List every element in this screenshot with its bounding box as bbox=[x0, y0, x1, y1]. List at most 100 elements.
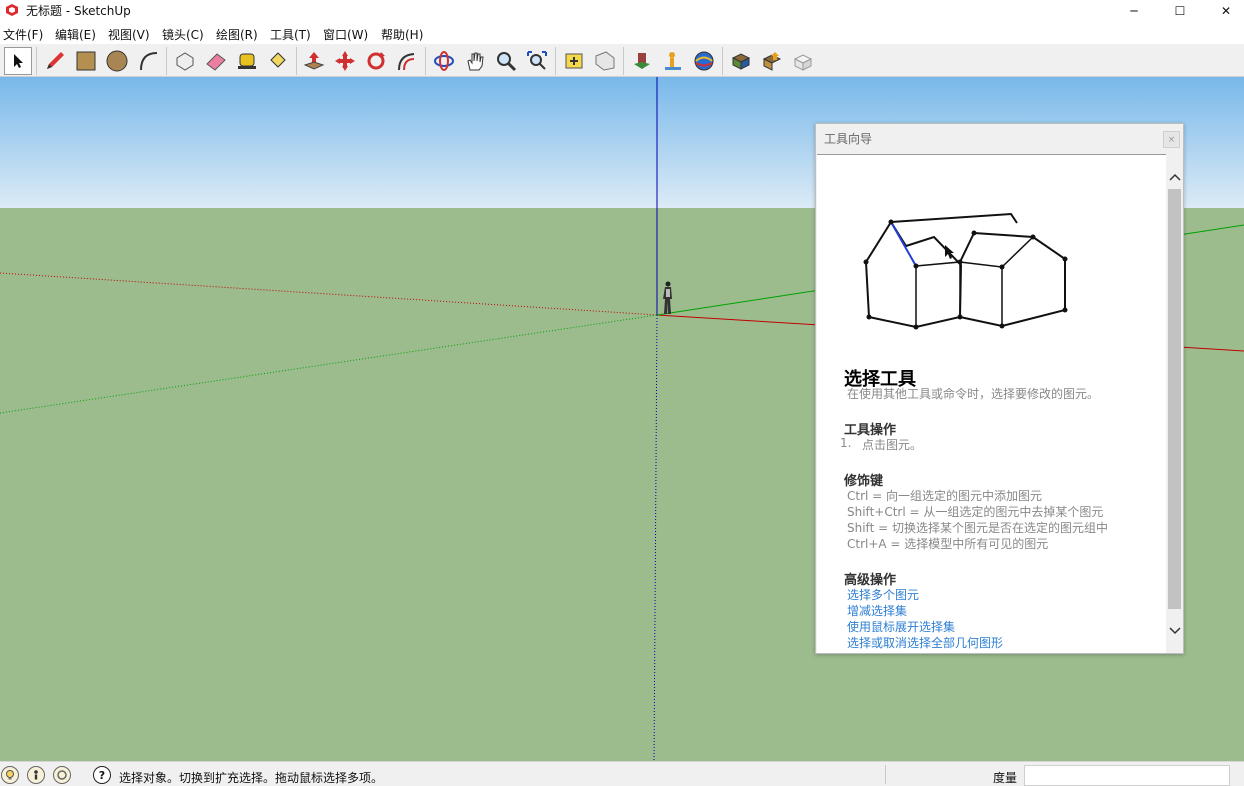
move-tool-button[interactable] bbox=[331, 47, 359, 75]
zoom-icon bbox=[497, 52, 517, 72]
credits-icon[interactable] bbox=[27, 766, 45, 784]
modifier-item: Shift = 切换选择某个图元是否在选定的图元组中 bbox=[847, 521, 1108, 535]
advanced-link[interactable]: 选择多个图元 bbox=[847, 586, 919, 603]
sketchup-logo-icon bbox=[6, 4, 18, 16]
rotate-tool-button[interactable] bbox=[362, 47, 390, 75]
extension-warehouse-tool-button[interactable] bbox=[727, 47, 755, 75]
circle-icon bbox=[106, 50, 128, 72]
pan-tool-button[interactable] bbox=[461, 47, 489, 75]
toolbar-separator bbox=[36, 47, 37, 75]
advanced-link[interactable]: 使用鼠标展开选择集 bbox=[847, 618, 955, 635]
status-bar: ? 选择对象。切换到扩充选择。拖动鼠标选择多项。 度量 bbox=[0, 761, 1244, 786]
orbit-icon bbox=[434, 51, 454, 71]
add-location-icon bbox=[565, 53, 583, 69]
eraser-icon bbox=[206, 53, 226, 71]
sign-in-icon[interactable] bbox=[53, 766, 71, 784]
window-title: 无标题 - SketchUp bbox=[26, 4, 131, 18]
menu-camera[interactable]: 镜头(C) bbox=[162, 26, 204, 43]
chevron-down-icon bbox=[1168, 626, 1181, 634]
close-icon: × bbox=[1167, 134, 1176, 145]
push-pull-tool-button[interactable] bbox=[300, 47, 328, 75]
maximize-icon: ☐ bbox=[1174, 4, 1186, 18]
zoom-tool-button[interactable] bbox=[492, 47, 520, 75]
arc-tool-button[interactable] bbox=[134, 47, 162, 75]
rectangle-icon bbox=[76, 51, 96, 71]
component-icon bbox=[176, 52, 194, 71]
scroll-down-button[interactable] bbox=[1166, 622, 1183, 639]
measurements-label: 度量 bbox=[993, 771, 1018, 785]
tool-description: 在使用其他工具或命令时，选择要修改的图元。 bbox=[847, 387, 1100, 401]
measurements-input[interactable] bbox=[1024, 765, 1230, 786]
scroll-up-button[interactable] bbox=[1166, 168, 1183, 185]
toolbar-separator bbox=[623, 47, 624, 75]
menu-help[interactable]: 帮助(H) bbox=[381, 26, 423, 43]
pencil-icon bbox=[47, 52, 64, 69]
close-window-button[interactable]: ✕ bbox=[1203, 0, 1244, 22]
panel-close-button[interactable]: × bbox=[1163, 131, 1180, 148]
status-message: 选择对象。切换到扩充选择。拖动鼠标选择多项。 bbox=[119, 771, 384, 785]
add-location-tool-button[interactable] bbox=[560, 47, 588, 75]
circle-tool-button[interactable] bbox=[103, 47, 131, 75]
close-icon: ✕ bbox=[1220, 4, 1232, 18]
menu-file[interactable]: 文件(F) bbox=[3, 26, 43, 43]
help-button[interactable]: ? bbox=[93, 766, 111, 784]
toolbar-separator bbox=[296, 47, 297, 75]
paint-bucket-tool-button[interactable] bbox=[264, 47, 292, 75]
menu-window[interactable]: 窗口(W) bbox=[323, 26, 368, 43]
title-bar: 无标题 - SketchUp ─ ☐ ✕ bbox=[0, 0, 1244, 22]
minimize-button[interactable]: ─ bbox=[1111, 0, 1157, 22]
advanced-link[interactable]: 增减选择集 bbox=[847, 602, 907, 619]
share-model-tool-button[interactable] bbox=[659, 47, 687, 75]
user-account-icon bbox=[57, 770, 67, 780]
rectangle-tool-button[interactable] bbox=[72, 47, 100, 75]
menu-edit[interactable]: 编辑(E) bbox=[55, 26, 96, 43]
get-models-tool-button[interactable] bbox=[628, 47, 656, 75]
share-component-tool-button[interactable] bbox=[758, 47, 786, 75]
toolbar-separator bbox=[555, 47, 556, 75]
instructor-content: 选择工具 在使用其他工具或命令时，选择要修改的图元。 工具操作 1. 点击图元。… bbox=[817, 154, 1166, 653]
chevron-up-icon bbox=[1168, 173, 1181, 181]
make-component-tool-button[interactable] bbox=[171, 47, 199, 75]
toolbar-separator bbox=[425, 47, 426, 75]
help-icon: ? bbox=[98, 768, 106, 782]
select-tool-button[interactable] bbox=[4, 47, 32, 75]
menu-tools[interactable]: 工具(T) bbox=[270, 26, 311, 43]
maximize-button[interactable]: ☐ bbox=[1157, 0, 1203, 22]
panel-title: 工具向导 bbox=[824, 132, 873, 146]
zoom-extents-tool-button[interactable] bbox=[523, 47, 551, 75]
paint-bucket-icon bbox=[270, 52, 286, 68]
modifier-item: Ctrl+A = 选择模型中所有可见的图元 bbox=[847, 537, 1049, 551]
instructor-panel: 工具向导 × 选择工具 在使用其他工具或命令时，选择要修改的图元。 工具操作 1 bbox=[815, 123, 1184, 654]
arc-icon bbox=[140, 52, 158, 71]
advanced-link[interactable]: 选择或取消选择全部几何图形 bbox=[847, 634, 1003, 651]
pencil-tool-button[interactable] bbox=[41, 47, 69, 75]
lightbulb-icon bbox=[6, 770, 14, 780]
modifier-item: Ctrl = 向一组选定的图元中添加图元 bbox=[847, 489, 1043, 503]
panel-scrollbar[interactable] bbox=[1166, 154, 1183, 653]
select-arrow-icon bbox=[14, 54, 23, 68]
photo-textures-icon bbox=[694, 51, 714, 71]
eraser-tool-button[interactable] bbox=[202, 47, 230, 75]
toolbar-separator bbox=[722, 47, 723, 75]
orbit-tool-button[interactable] bbox=[430, 47, 458, 75]
extension-warehouse-icon bbox=[731, 53, 751, 70]
pan-hand-icon bbox=[467, 52, 484, 71]
operation-step-text: 点击图元。 bbox=[862, 438, 923, 452]
tape-measure-tool-button[interactable] bbox=[233, 47, 261, 75]
get-models-icon bbox=[634, 53, 650, 69]
rotate-icon bbox=[367, 52, 385, 70]
menu-view[interactable]: 视图(V) bbox=[108, 26, 150, 43]
toolbar-separator bbox=[166, 47, 167, 75]
scroll-thumb[interactable] bbox=[1168, 189, 1181, 609]
geo-location-icon[interactable] bbox=[1, 766, 19, 784]
photo-textures-tool-button[interactable] bbox=[690, 47, 718, 75]
operation-step-number: 1. bbox=[840, 436, 852, 450]
menu-draw[interactable]: 绘图(R) bbox=[216, 26, 258, 43]
terrain-tool-button[interactable] bbox=[591, 47, 619, 75]
preview-icon bbox=[793, 54, 813, 71]
status-separator bbox=[885, 765, 886, 784]
terrain-icon bbox=[595, 51, 615, 71]
minimize-icon: ─ bbox=[1130, 4, 1138, 18]
preview-tool-button[interactable] bbox=[789, 47, 817, 75]
offset-tool-button[interactable] bbox=[393, 47, 421, 75]
